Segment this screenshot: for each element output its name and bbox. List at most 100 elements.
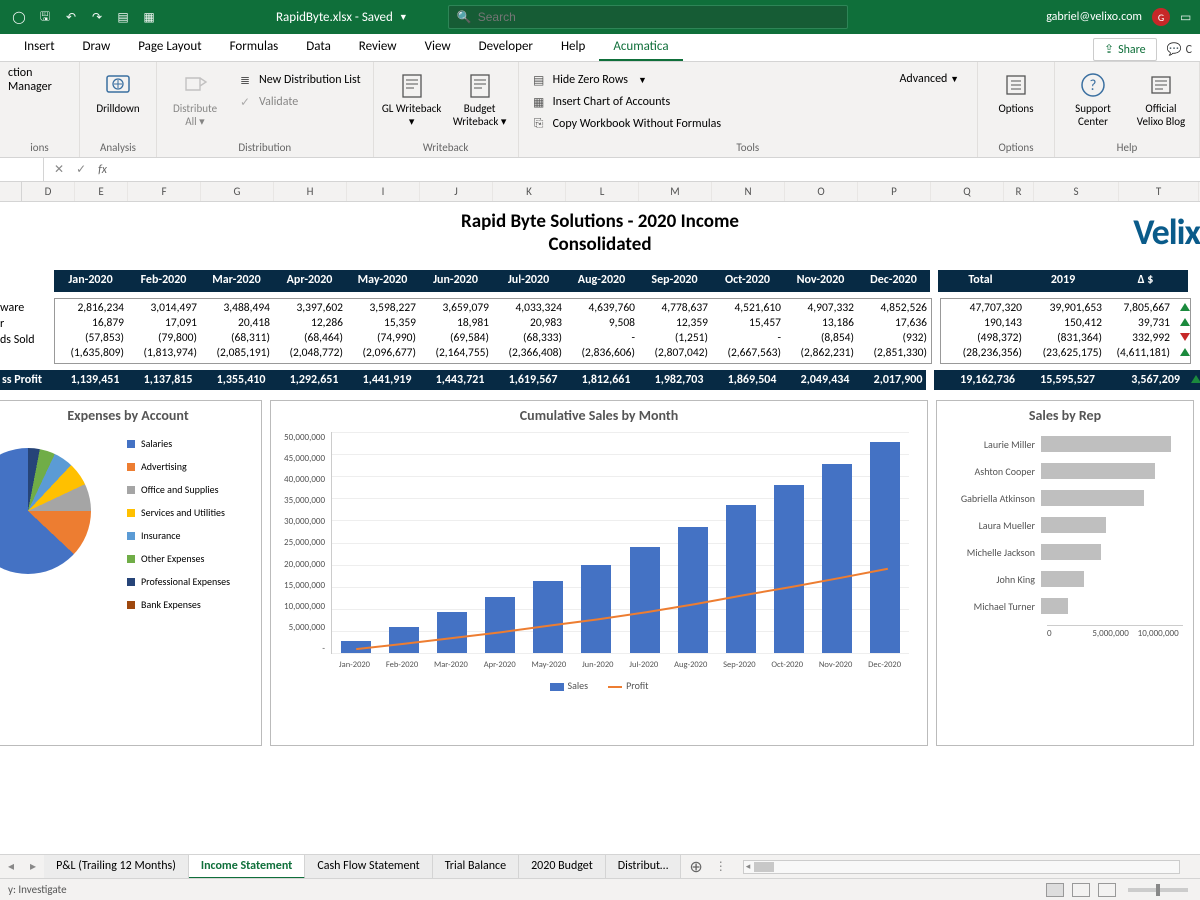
data-cell[interactable]: 20,983 xyxy=(493,316,562,331)
gl-writeback-button[interactable]: GL Writeback▾ xyxy=(382,66,442,128)
data-cell[interactable]: (2,667,563) xyxy=(712,346,781,361)
undo-icon[interactable]: ↶ xyxy=(64,10,78,24)
data-cell[interactable]: 3,014,497 xyxy=(128,301,197,316)
data-cell[interactable]: 16,879 xyxy=(55,316,124,331)
scroll-left-icon[interactable]: ◂ xyxy=(746,861,751,872)
advanced-dropdown[interactable]: Advanced ▼ xyxy=(899,66,969,86)
data-cell[interactable]: 39,901,653 xyxy=(1026,301,1102,316)
column-header[interactable]: D xyxy=(22,182,75,201)
data-cell[interactable]: (2,096,677) xyxy=(347,346,416,361)
data-cell[interactable]: 9,508 xyxy=(566,316,635,331)
hide-zero-rows[interactable]: ▤Hide Zero Rows▼ xyxy=(527,70,725,90)
column-header[interactable]: R xyxy=(1004,182,1034,201)
gross-cell[interactable]: 1,869,504 xyxy=(707,370,780,390)
data-cell[interactable]: 4,852,526 xyxy=(858,301,927,316)
data-cell[interactable]: 17,636 xyxy=(858,316,927,331)
touch-mode-icon[interactable]: ▤ xyxy=(116,10,130,24)
data-cell[interactable]: (2,862,231) xyxy=(785,346,854,361)
enter-icon[interactable]: ✓ xyxy=(76,162,86,177)
gross-cell[interactable]: 1,137,815 xyxy=(123,370,196,390)
column-header[interactable]: S xyxy=(1034,182,1119,201)
new-distribution-list[interactable]: ≣ New Distribution List xyxy=(233,70,365,90)
data-cell[interactable]: (74,990) xyxy=(347,331,416,346)
fx-label[interactable]: fx xyxy=(98,163,107,177)
data-cell[interactable]: 3,488,494 xyxy=(201,301,270,316)
data-cell[interactable]: (2,164,755) xyxy=(420,346,489,361)
add-sheet-button[interactable]: ⊕ xyxy=(681,857,710,877)
data-cell[interactable]: (498,372) xyxy=(941,331,1022,346)
column-header[interactable]: L xyxy=(566,182,639,201)
select-all-corner[interactable] xyxy=(0,182,22,201)
worksheet[interactable]: Rapid Byte Solutions - 2020 Income Conso… xyxy=(0,202,1200,874)
gross-total-cell[interactable]: 3,567,209 xyxy=(1099,370,1184,390)
data-cell[interactable]: 20,418 xyxy=(201,316,270,331)
gross-cell[interactable]: 2,049,434 xyxy=(780,370,853,390)
data-cell[interactable]: (68,311) xyxy=(201,331,270,346)
column-header[interactable]: Q xyxy=(931,182,1004,201)
gross-cell[interactable]: 1,139,451 xyxy=(50,370,123,390)
column-header[interactable]: N xyxy=(712,182,785,201)
ribbon-tab-view[interactable]: View xyxy=(411,34,465,61)
connection-manager[interactable]: ction Manager xyxy=(8,66,71,94)
data-cell[interactable]: (932) xyxy=(858,331,927,346)
sheet-tab[interactable]: Distribut… xyxy=(606,855,682,879)
data-cell[interactable]: 47,707,320 xyxy=(941,301,1022,316)
column-header[interactable]: M xyxy=(639,182,712,201)
ribbon-tab-developer[interactable]: Developer xyxy=(465,34,547,61)
cumulative-chart[interactable]: Cumulative Sales by Month 50,000,00045,0… xyxy=(270,400,928,746)
column-header[interactable]: O xyxy=(785,182,858,201)
gross-total-cell[interactable]: 15,595,527 xyxy=(1019,370,1099,390)
data-cell[interactable]: 4,521,610 xyxy=(712,301,781,316)
data-cell[interactable]: (23,625,175) xyxy=(1026,346,1102,361)
ribbon-tab-formulas[interactable]: Formulas xyxy=(216,34,293,61)
column-header[interactable]: E xyxy=(75,182,128,201)
column-header[interactable]: K xyxy=(493,182,566,201)
autosave-icon[interactable]: ◯ xyxy=(12,10,26,24)
ribbon-tab-acumatica[interactable]: Acumatica xyxy=(599,34,682,61)
data-cell[interactable]: - xyxy=(566,331,635,346)
data-cell[interactable]: (68,464) xyxy=(274,331,343,346)
cancel-icon[interactable]: ✕ xyxy=(54,162,64,177)
data-cell[interactable]: (68,333) xyxy=(493,331,562,346)
data-cell[interactable]: (28,236,356) xyxy=(941,346,1022,361)
data-cell[interactable]: 4,639,760 xyxy=(566,301,635,316)
comments-button[interactable]: 💬 C xyxy=(1167,42,1192,57)
tab-nav-next[interactable]: ▸ xyxy=(22,859,44,874)
column-header[interactable]: I xyxy=(347,182,420,201)
tab-nav-prev[interactable]: ◂ xyxy=(0,859,22,874)
ribbon-tab-data[interactable]: Data xyxy=(292,34,345,61)
gross-cell[interactable]: 1,812,661 xyxy=(561,370,634,390)
sheet-tab[interactable]: Trial Balance xyxy=(433,855,519,879)
page-layout-icon[interactable] xyxy=(1072,883,1090,897)
gross-total-cell[interactable]: 19,162,736 xyxy=(934,370,1019,390)
data-cell[interactable]: (8,854) xyxy=(785,331,854,346)
data-cell[interactable]: (2,851,330) xyxy=(858,346,927,361)
data-cell[interactable]: 150,412 xyxy=(1026,316,1102,331)
gross-cell[interactable]: 1,441,919 xyxy=(342,370,415,390)
save-icon[interactable]: 🖫 xyxy=(38,10,52,24)
data-cell[interactable]: 3,397,602 xyxy=(274,301,343,316)
avatar[interactable]: G xyxy=(1152,8,1170,26)
blog-button[interactable]: OfficialVelixo Blog xyxy=(1131,66,1191,128)
data-cell[interactable]: 12,359 xyxy=(639,316,708,331)
search-input[interactable] xyxy=(478,10,839,24)
data-cell[interactable]: 17,091 xyxy=(128,316,197,331)
ribbon-tab-draw[interactable]: Draw xyxy=(69,34,125,61)
data-cell[interactable]: 3,659,079 xyxy=(420,301,489,316)
support-center-button[interactable]: ? SupportCenter xyxy=(1063,66,1123,128)
data-cell[interactable]: 190,143 xyxy=(941,316,1022,331)
data-cell[interactable]: (69,584) xyxy=(420,331,489,346)
rep-chart[interactable]: Sales by Rep Laurie MillerAshton CooperG… xyxy=(936,400,1194,746)
budget-writeback-button[interactable]: BudgetWriteback ▾ xyxy=(450,66,510,128)
data-cell[interactable]: 12,286 xyxy=(274,316,343,331)
gross-cell[interactable]: 1,443,721 xyxy=(415,370,488,390)
data-cell[interactable]: 15,457 xyxy=(712,316,781,331)
ribbon-display-icon[interactable]: ▭ xyxy=(1180,10,1194,24)
gross-cell[interactable]: 1,355,410 xyxy=(196,370,269,390)
column-header[interactable]: H xyxy=(274,182,347,201)
expenses-chart[interactable]: Expenses by Account SalariesAdvertisingO… xyxy=(0,400,262,746)
zoom-slider[interactable] xyxy=(1128,888,1188,892)
data-cell[interactable]: 332,992 xyxy=(1106,331,1170,346)
column-header[interactable]: F xyxy=(128,182,201,201)
ribbon-tab-insert[interactable]: Insert xyxy=(10,34,69,61)
